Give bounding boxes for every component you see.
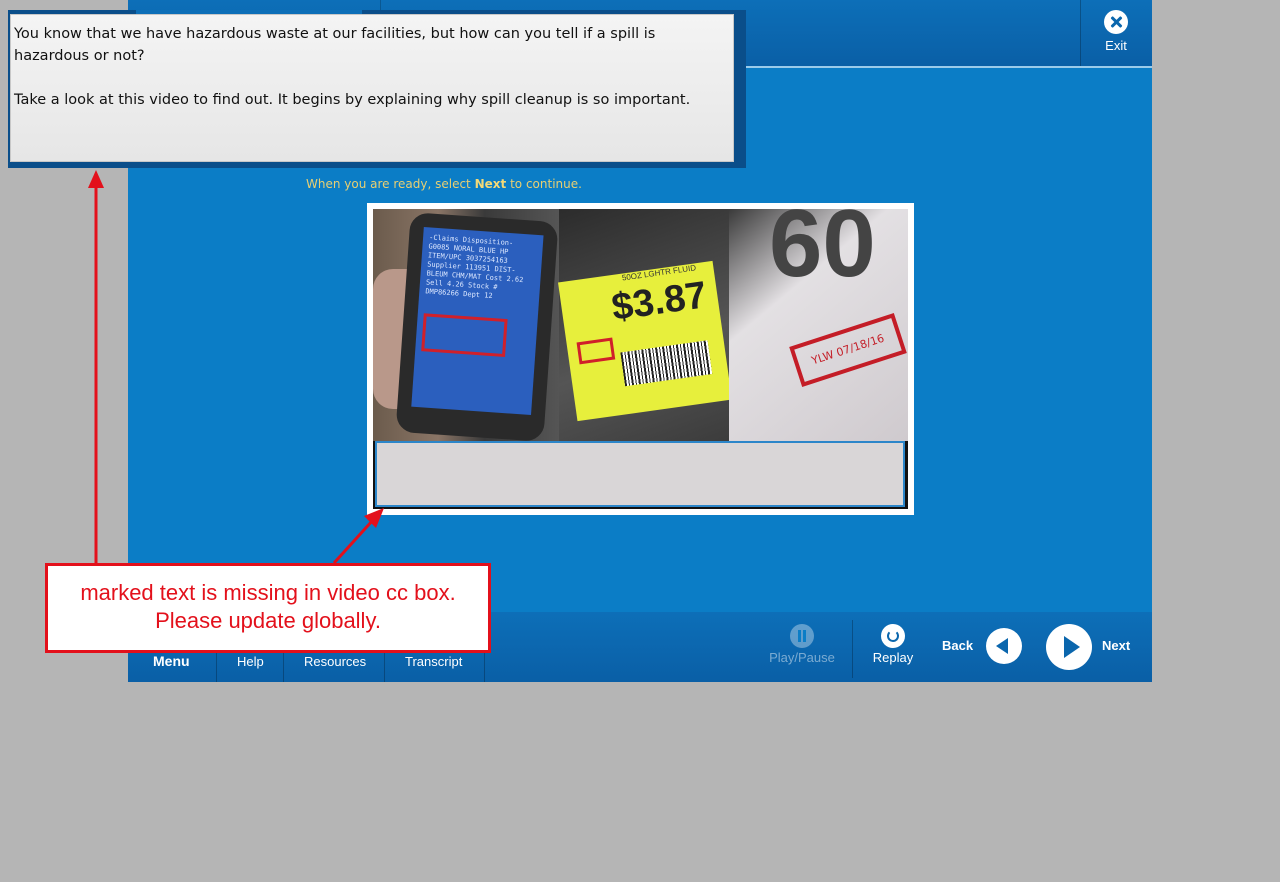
replay-label: Replay [872, 650, 914, 665]
barcode [620, 340, 713, 387]
transcript-button[interactable]: Transcript [405, 654, 462, 669]
pause-icon [790, 624, 814, 648]
instruction-after: to continue. [506, 177, 582, 191]
caption-paragraph: Take a look at this video to find out. I… [14, 92, 691, 108]
video-scene-shelf-label: 60 YLW 07/18/16 [729, 209, 908, 441]
annotation-arrowhead [88, 170, 104, 188]
video-cc-box [375, 441, 905, 507]
highlight-box [421, 313, 508, 358]
back-label[interactable]: Back [942, 638, 973, 653]
price-tag: 50OZ LGHTR FLUID $3.87 [558, 260, 732, 422]
instruction-next-word: Next [474, 177, 507, 191]
help-button[interactable]: Help [237, 654, 264, 669]
next-button[interactable] [1046, 624, 1092, 670]
shelf-number: 60 [769, 209, 876, 297]
replay-button[interactable]: Replay [866, 624, 920, 665]
caption-text-box: You know that we have hazardous waste at… [10, 14, 734, 162]
caption-pane: You know that we have hazardous waste at… [8, 10, 746, 168]
nav-divider [852, 620, 853, 678]
menu-button[interactable]: Menu [153, 653, 190, 669]
annotation-line: marked text is missing in video cc box. [80, 580, 456, 605]
handheld-scanner: -Claims Disposition- G0085 NORAL BLUE HP… [395, 212, 559, 442]
back-button[interactable] [986, 628, 1022, 664]
highlight-box [576, 337, 616, 365]
play-pause-label: Play/Pause [769, 650, 835, 665]
resources-button[interactable]: Resources [304, 654, 366, 669]
tag-price: $3.87 [609, 274, 710, 330]
video-scene-price-tag: 50OZ LGHTR FLUID $3.87 [558, 209, 732, 441]
caption-paragraph: You know that we have hazardous waste at… [14, 26, 656, 64]
exit-button[interactable]: Exit [1080, 0, 1152, 66]
instruction-text: When you are ready, select Next to conti… [306, 177, 582, 191]
close-icon [1104, 10, 1128, 34]
review-annotation: marked text is missing in video cc box. … [45, 563, 491, 653]
play-pause-button[interactable]: Play/Pause [764, 624, 840, 665]
exit-label: Exit [1105, 38, 1127, 53]
video-scene-scanner: -Claims Disposition- G0085 NORAL BLUE HP… [373, 209, 559, 442]
instruction-before: When you are ready, select [306, 177, 475, 191]
replay-icon [881, 624, 905, 648]
video-player[interactable]: -Claims Disposition- G0085 NORAL BLUE HP… [373, 209, 908, 509]
shelf-label: YLW 07/18/16 [789, 313, 907, 387]
next-label[interactable]: Next [1102, 638, 1130, 653]
annotation-line: Please update globally. [155, 608, 381, 633]
video-frame: -Claims Disposition- G0085 NORAL BLUE HP… [367, 203, 914, 515]
